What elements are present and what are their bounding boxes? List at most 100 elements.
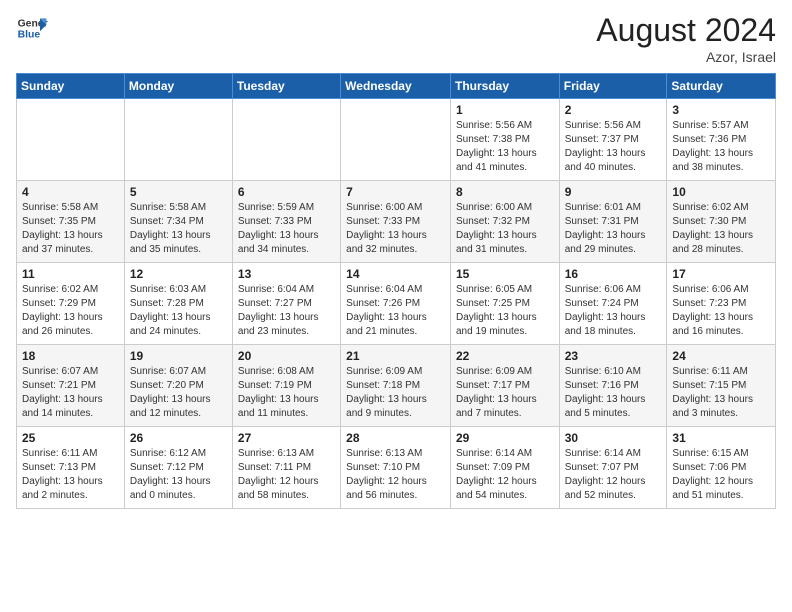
- col-friday: Friday: [559, 74, 667, 99]
- day-number: 24: [672, 349, 770, 363]
- day-number: 20: [238, 349, 335, 363]
- location-subtitle: Azor, Israel: [596, 49, 776, 65]
- day-info: Sunrise: 5:58 AM Sunset: 7:34 PM Dayligh…: [130, 201, 227, 257]
- table-row: 14 Sunrise: 6:04 AM Sunset: 7:26 PM Dayli…: [341, 263, 451, 345]
- day-info: Sunrise: 6:11 AM Sunset: 7:13 PM Dayligh…: [22, 447, 119, 503]
- day-number: 4: [22, 185, 119, 199]
- day-number: 28: [346, 431, 445, 445]
- day-number: 6: [238, 185, 335, 199]
- day-info: Sunrise: 6:03 AM Sunset: 7:28 PM Dayligh…: [130, 283, 227, 339]
- svg-text:Blue: Blue: [18, 30, 41, 41]
- day-number: 15: [456, 267, 554, 281]
- page: General Blue August 2024 Azor, Israel Su…: [0, 0, 792, 612]
- calendar-table: Sunday Monday Tuesday Wednesday Thursday…: [16, 73, 776, 509]
- day-info: Sunrise: 5:57 AM Sunset: 7:36 PM Dayligh…: [672, 119, 770, 175]
- table-row: 13 Sunrise: 6:04 AM Sunset: 7:27 PM Dayli…: [232, 263, 340, 345]
- table-row: 8Sunrise: 6:00 AM Sunset: 7:32 PM Daylig…: [450, 181, 559, 263]
- day-number: 10: [672, 185, 770, 199]
- day-info: Sunrise: 6:06 AM Sunset: 7:23 PM Dayligh…: [672, 283, 770, 339]
- day-info: Sunrise: 6:04 AM Sunset: 7:27 PM Dayligh…: [238, 283, 335, 339]
- day-info: Sunrise: 6:08 AM Sunset: 7:19 PM Dayligh…: [238, 365, 335, 421]
- day-number: 19: [130, 349, 227, 363]
- day-number: 31: [672, 431, 770, 445]
- day-number: 13: [238, 267, 335, 281]
- day-info: Sunrise: 6:10 AM Sunset: 7:16 PM Dayligh…: [565, 365, 662, 421]
- logo-icon: General Blue: [16, 12, 48, 44]
- day-info: Sunrise: 6:15 AM Sunset: 7:06 PM Dayligh…: [672, 447, 770, 503]
- calendar-header-row: Sunday Monday Tuesday Wednesday Thursday…: [17, 74, 776, 99]
- table-row: 24 Sunrise: 6:11 AM Sunset: 7:15 PM Dayli…: [667, 345, 776, 427]
- table-row: 17 Sunrise: 6:06 AM Sunset: 7:23 PM Dayli…: [667, 263, 776, 345]
- col-tuesday: Tuesday: [232, 74, 340, 99]
- day-info: Sunrise: 6:09 AM Sunset: 7:18 PM Dayligh…: [346, 365, 445, 421]
- calendar-week-row: 25 Sunrise: 6:11 AM Sunset: 7:13 PM Dayli…: [17, 427, 776, 509]
- day-number: 17: [672, 267, 770, 281]
- table-row: 26Sunrise: 6:12 AM Sunset: 7:12 PM Dayli…: [124, 427, 232, 509]
- day-info: Sunrise: 6:07 AM Sunset: 7:20 PM Dayligh…: [130, 365, 227, 421]
- day-number: 5: [130, 185, 227, 199]
- day-info: Sunrise: 6:13 AM Sunset: 7:10 PM Dayligh…: [346, 447, 445, 503]
- table-row: 1Sunrise: 5:56 AM Sunset: 7:38 PM Daylig…: [450, 99, 559, 181]
- day-number: 12: [130, 267, 227, 281]
- day-info: Sunrise: 6:02 AM Sunset: 7:29 PM Dayligh…: [22, 283, 119, 339]
- day-info: Sunrise: 6:07 AM Sunset: 7:21 PM Dayligh…: [22, 365, 119, 421]
- table-row: 6 Sunrise: 5:59 AM Sunset: 7:33 PM Daylig…: [232, 181, 340, 263]
- col-monday: Monday: [124, 74, 232, 99]
- table-row: 21 Sunrise: 6:09 AM Sunset: 7:18 PM Dayli…: [341, 345, 451, 427]
- day-info: Sunrise: 6:14 AM Sunset: 7:09 PM Dayligh…: [456, 447, 554, 503]
- table-row: 2Sunrise: 5:56 AM Sunset: 7:37 PM Daylig…: [559, 99, 667, 181]
- table-row: 22 Sunrise: 6:09 AM Sunset: 7:17 PM Dayli…: [450, 345, 559, 427]
- day-info: Sunrise: 6:00 AM Sunset: 7:32 PM Dayligh…: [456, 201, 554, 257]
- day-number: 30: [565, 431, 662, 445]
- day-number: 11: [22, 267, 119, 281]
- table-row: 27Sunrise: 6:13 AM Sunset: 7:11 PM Dayli…: [232, 427, 340, 509]
- day-info: Sunrise: 6:00 AM Sunset: 7:33 PM Dayligh…: [346, 201, 445, 257]
- table-row: [17, 99, 125, 181]
- day-number: 3: [672, 103, 770, 117]
- table-row: 9 Sunrise: 6:01 AM Sunset: 7:31 PM Daylig…: [559, 181, 667, 263]
- day-info: Sunrise: 6:01 AM Sunset: 7:31 PM Dayligh…: [565, 201, 662, 257]
- calendar-week-row: 1Sunrise: 5:56 AM Sunset: 7:38 PM Daylig…: [17, 99, 776, 181]
- table-row: 23 Sunrise: 6:10 AM Sunset: 7:16 PM Dayli…: [559, 345, 667, 427]
- table-row: 10 Sunrise: 6:02 AM Sunset: 7:30 PM Dayli…: [667, 181, 776, 263]
- day-info: Sunrise: 6:14 AM Sunset: 7:07 PM Dayligh…: [565, 447, 662, 503]
- table-row: 25 Sunrise: 6:11 AM Sunset: 7:13 PM Dayli…: [17, 427, 125, 509]
- table-row: 15 Sunrise: 6:05 AM Sunset: 7:25 PM Dayli…: [450, 263, 559, 345]
- day-info: Sunrise: 5:56 AM Sunset: 7:38 PM Dayligh…: [456, 119, 554, 175]
- day-number: 9: [565, 185, 662, 199]
- table-row: 16Sunrise: 6:06 AM Sunset: 7:24 PM Dayli…: [559, 263, 667, 345]
- day-number: 29: [456, 431, 554, 445]
- day-info: Sunrise: 5:59 AM Sunset: 7:33 PM Dayligh…: [238, 201, 335, 257]
- table-row: 18 Sunrise: 6:07 AM Sunset: 7:21 PM Dayli…: [17, 345, 125, 427]
- month-year-title: August 2024: [596, 12, 776, 49]
- table-row: [232, 99, 340, 181]
- table-row: 4Sunrise: 5:58 AM Sunset: 7:35 PM Daylig…: [17, 181, 125, 263]
- day-info: Sunrise: 6:02 AM Sunset: 7:30 PM Dayligh…: [672, 201, 770, 257]
- day-number: 7: [346, 185, 445, 199]
- col-saturday: Saturday: [667, 74, 776, 99]
- day-number: 22: [456, 349, 554, 363]
- day-number: 23: [565, 349, 662, 363]
- day-info: Sunrise: 6:09 AM Sunset: 7:17 PM Dayligh…: [456, 365, 554, 421]
- table-row: 20 Sunrise: 6:08 AM Sunset: 7:19 PM Dayli…: [232, 345, 340, 427]
- day-number: 2: [565, 103, 662, 117]
- day-info: Sunrise: 6:05 AM Sunset: 7:25 PM Dayligh…: [456, 283, 554, 339]
- day-number: 25: [22, 431, 119, 445]
- table-row: 30 Sunrise: 6:14 AM Sunset: 7:07 PM Dayli…: [559, 427, 667, 509]
- logo: General Blue: [16, 12, 48, 44]
- day-number: 21: [346, 349, 445, 363]
- table-row: 11 Sunrise: 6:02 AM Sunset: 7:29 PM Dayli…: [17, 263, 125, 345]
- title-block: August 2024 Azor, Israel: [596, 12, 776, 65]
- day-info: Sunrise: 6:04 AM Sunset: 7:26 PM Dayligh…: [346, 283, 445, 339]
- col-thursday: Thursday: [450, 74, 559, 99]
- day-info: Sunrise: 6:12 AM Sunset: 7:12 PM Dayligh…: [130, 447, 227, 503]
- day-number: 14: [346, 267, 445, 281]
- table-row: 19 Sunrise: 6:07 AM Sunset: 7:20 PM Dayli…: [124, 345, 232, 427]
- table-row: [341, 99, 451, 181]
- col-wednesday: Wednesday: [341, 74, 451, 99]
- calendar-week-row: 4Sunrise: 5:58 AM Sunset: 7:35 PM Daylig…: [17, 181, 776, 263]
- day-number: 18: [22, 349, 119, 363]
- day-info: Sunrise: 6:11 AM Sunset: 7:15 PM Dayligh…: [672, 365, 770, 421]
- table-row: 7 Sunrise: 6:00 AM Sunset: 7:33 PM Daylig…: [341, 181, 451, 263]
- col-sunday: Sunday: [17, 74, 125, 99]
